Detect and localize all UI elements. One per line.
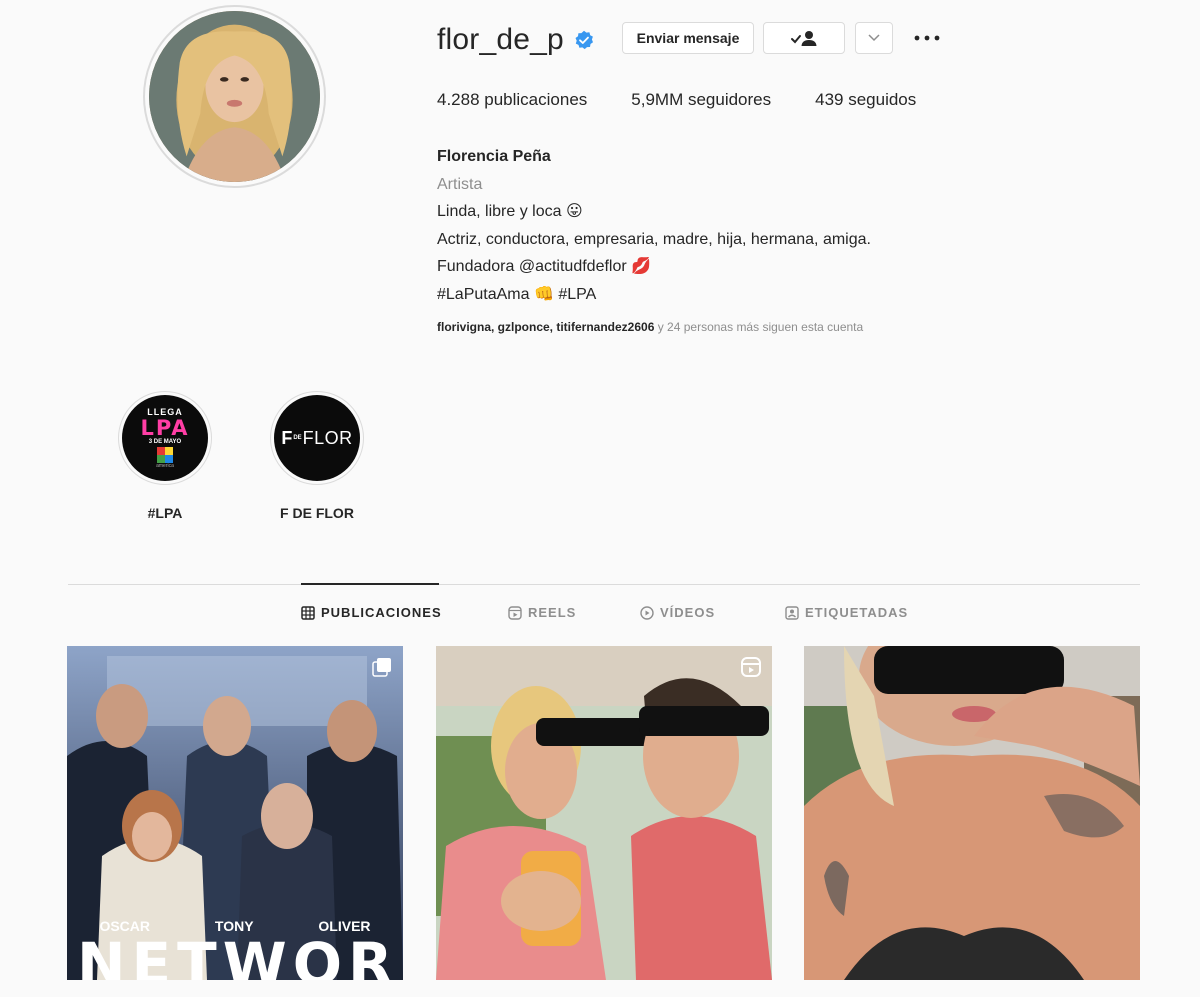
more-dots-icon [914,35,940,41]
bio-line[interactable]: #LaPutaAma 👊 #LPA [437,281,871,309]
tab-label: ETIQUETADAS [805,605,909,620]
username: flor_de_p [437,23,564,56]
tagged-icon [785,605,799,620]
following-link[interactable]: 439 seguidos [815,90,916,110]
highlight-cover-prefix: F [281,427,293,448]
tab-label: REELS [528,605,577,620]
options-button[interactable] [911,22,943,54]
post-image [436,646,772,980]
tab-reels[interactable]: REELS [508,605,576,620]
reels-icon [508,605,522,620]
profile-title-row: flor_de_p [437,20,594,60]
post-tile-3[interactable] [804,646,1140,980]
followed-by-rest: y 24 personas más siguen esta cuenta [654,320,864,334]
highlight-cover: LLEGA LPA 3 DE MAYO america [118,391,212,485]
chevron-down-icon [868,34,880,42]
highlight-cover-art: F DE FLOR [274,395,360,481]
full-name: Florencia Peña [437,148,551,165]
profile-avatar[interactable] [143,5,326,188]
send-message-button[interactable]: Enviar mensaje [622,22,754,54]
highlight-cover: F DE FLOR [270,391,364,485]
tab-videos[interactable]: VÍDEOS [640,605,715,620]
suggested-accounts-button[interactable] [855,22,893,54]
bio-line: Actriz, conductora, empresaria, madre, h… [437,230,871,248]
highlight-cover-main: LPA [140,416,190,440]
poster-title: NETWORK [77,930,403,980]
carousel-icon [372,658,391,677]
profile-bio: Florencia Peña Artista Linda, libre y lo… [437,143,871,308]
post-image [804,646,1140,980]
tab-posts[interactable]: PUBLICACIONES [301,605,442,620]
tabs-divider [68,584,1140,585]
tv-logo-icon [157,447,173,463]
active-tab-indicator [301,583,439,585]
followed-by[interactable]: florivigna, gzlponce, titifernandez2606 … [437,320,863,334]
highlight-lpa[interactable]: LLEGA LPA 3 DE MAYO america #LPA [118,391,212,521]
grid-icon [301,605,315,620]
post-tile-1[interactable]: OSCAR TONY OLIVER NETWORK [67,646,403,980]
bio-line: Linda, libre y loca 😛 [437,203,583,220]
highlight-cover-art: LLEGA LPA 3 DE MAYO america [122,395,208,481]
tab-label: PUBLICACIONES [321,605,442,620]
play-icon [640,605,654,620]
highlight-cover-small: DE [293,435,302,441]
user-check-icon [791,31,817,46]
followers-link[interactable]: 5,9MM seguidores [631,90,771,110]
reel-icon [741,657,761,677]
highlight-cover-brand: america [156,463,174,469]
followed-by-names: florivigna, gzlponce, titifernandez2606 [437,320,655,334]
highlight-cover-sub: 3 DE MAYO [148,439,182,445]
highlight-f-de-flor[interactable]: F DE FLOR F DE FLOR [270,391,364,521]
bio-line[interactable]: Fundadora @actitudfdeflor 💋 [437,253,871,281]
highlight-cover-main: FLOR [302,427,353,448]
avatar-image [149,11,320,182]
following-button[interactable] [763,22,845,54]
tab-label: VÍDEOS [660,605,716,620]
profile-stats: 4.288 publicaciones 5,9MM seguidores 439… [437,90,960,110]
highlight-label: F DE FLOR [280,505,354,521]
verified-badge-icon [574,30,594,50]
posts-count: 4.288 publicaciones [437,90,588,109]
tab-tagged[interactable]: ETIQUETADAS [785,605,908,620]
highlight-label: #LPA [147,505,183,521]
category-label: Artista [437,175,483,193]
post-tile-2[interactable] [436,646,772,980]
